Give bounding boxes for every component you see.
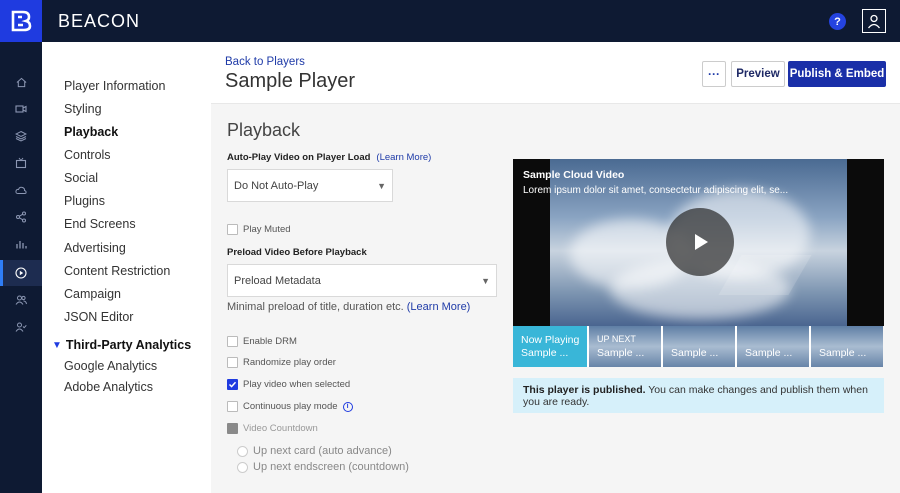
preload-learn-more-link[interactable]: (Learn More)	[407, 301, 471, 313]
play-when-selected-label: Play video when selected	[243, 379, 351, 390]
playlist-item-title: Sample ...	[521, 347, 569, 359]
beacon-logo-icon[interactable]	[0, 0, 42, 42]
playlist-item[interactable]: Sample ...	[661, 326, 735, 367]
video-description: Lorem ipsum dolor sit amet, consectetur …	[523, 185, 789, 196]
nav-playback[interactable]: Playback	[64, 125, 118, 139]
randomize-option[interactable]: Randomize play order	[227, 357, 336, 368]
user-account-icon[interactable]	[862, 9, 886, 33]
playlist-item-title: Sample ...	[819, 347, 867, 359]
preview-button[interactable]: Preview	[731, 61, 785, 87]
playlist-item-status: Now Playing	[521, 334, 580, 346]
cloud-icon[interactable]	[0, 177, 42, 203]
home-icon[interactable]	[0, 69, 42, 95]
autoplay-label: Auto-Play Video on Player Load (Learn Mor…	[227, 152, 431, 163]
nav-json-editor[interactable]: JSON Editor	[64, 310, 133, 324]
top-bar: BEACON ?	[0, 0, 900, 42]
playlist-strip: Now Playing Sample ... UP NEXT Sample ..…	[513, 326, 884, 367]
autoplay-select[interactable]: Do Not Auto-Play ▼	[227, 169, 393, 202]
dropdown-arrow-icon: ▼	[377, 180, 386, 191]
nav-plugins[interactable]: Plugins	[64, 194, 105, 208]
preload-label: Preload Video Before Playback	[227, 247, 367, 258]
section-title: Playback	[227, 120, 301, 140]
continuous-play-option[interactable]: Continuous play mode i	[227, 401, 353, 412]
nav-campaign[interactable]: Campaign	[64, 287, 121, 301]
nav-social[interactable]: Social	[64, 171, 98, 185]
nav-end-screens[interactable]: End Screens	[64, 217, 136, 231]
dropdown-arrow-icon: ▼	[481, 275, 490, 286]
video-countdown-option: Video Countdown	[227, 423, 318, 434]
enable-drm-label: Enable DRM	[243, 336, 297, 347]
page-title: Sample Player	[225, 70, 356, 92]
tv-icon[interactable]	[0, 150, 42, 176]
video-title: Sample Cloud Video	[523, 169, 625, 181]
back-to-players-link[interactable]: Back to Players	[225, 56, 305, 68]
share-icon[interactable]	[0, 204, 42, 230]
help-icon[interactable]: ?	[829, 13, 846, 30]
up-next-endscreen-radio	[237, 461, 248, 473]
preload-select-value: Preload Metadata	[234, 274, 321, 287]
users-icon[interactable]	[0, 287, 42, 313]
nav-controls[interactable]: Controls	[64, 148, 111, 162]
preload-helptext: Minimal preload of title, duration etc. …	[227, 301, 470, 313]
playlist-item-status: UP NEXT	[597, 334, 636, 344]
up-next-card-radio	[237, 445, 248, 457]
playlist-item-title: Sample ...	[671, 347, 719, 359]
continuous-play-checkbox[interactable]	[227, 401, 238, 412]
more-options-button[interactable]: ···	[702, 61, 726, 87]
user-check-icon[interactable]	[0, 314, 42, 340]
autoplay-label-text: Auto-Play Video on Player Load	[227, 152, 371, 163]
enable-drm-checkbox[interactable]	[227, 336, 238, 347]
play-muted-option[interactable]: Play Muted	[227, 224, 291, 235]
up-next-card-label: Up next card (auto advance)	[253, 445, 392, 457]
nav-adobe-analytics[interactable]: Adobe Analytics	[64, 380, 153, 394]
nav-google-analytics[interactable]: Google Analytics	[64, 359, 157, 373]
playlist-item[interactable]: Sample ...	[735, 326, 809, 367]
randomize-checkbox[interactable]	[227, 357, 238, 368]
player-settings-nav: Player Information Styling Playback Cont…	[42, 42, 211, 493]
play-when-selected-checkbox[interactable]	[227, 379, 238, 390]
preload-help-text: Minimal preload of title, duration etc.	[227, 301, 404, 313]
up-next-card-option: Up next card (auto advance)	[237, 445, 392, 457]
nav-advertising[interactable]: Advertising	[64, 241, 126, 255]
up-next-endscreen-option: Up next endscreen (countdown)	[237, 461, 409, 473]
icon-rail	[0, 42, 42, 493]
publish-status-notice: This player is published. You can make c…	[513, 378, 884, 413]
nav-player-information[interactable]: Player Information	[64, 79, 165, 93]
publish-embed-button[interactable]: Publish & Embed	[788, 61, 886, 87]
player-preview[interactable]: Sample Cloud Video Lorem ipsum dolor sit…	[513, 159, 884, 326]
autoplay-select-value: Do Not Auto-Play	[234, 179, 319, 192]
brand-name: BEACON	[58, 11, 141, 31]
play-icon[interactable]	[666, 208, 734, 276]
play-when-selected-option[interactable]: Play video when selected	[227, 379, 350, 390]
nav-content-restriction[interactable]: Content Restriction	[64, 264, 170, 278]
video-icon[interactable]	[0, 96, 42, 122]
playlist-item[interactable]: Sample ...	[809, 326, 883, 367]
nav-styling[interactable]: Styling	[64, 102, 102, 116]
playlist-item-up-next[interactable]: UP NEXT Sample ...	[587, 326, 661, 367]
info-icon[interactable]: i	[342, 401, 353, 412]
nav-section-label: Third-Party Analytics	[65, 338, 192, 352]
up-next-endscreen-label: Up next endscreen (countdown)	[253, 461, 409, 473]
autoplay-learn-more-link[interactable]: (Learn More)	[376, 152, 431, 163]
layers-icon[interactable]	[0, 123, 42, 149]
video-countdown-label: Video Countdown	[243, 423, 318, 434]
playlist-item-title: Sample ...	[745, 347, 793, 359]
playlist-item-now-playing[interactable]: Now Playing Sample ...	[513, 326, 587, 367]
page-header: Back to Players Sample Player ··· Previe…	[211, 42, 900, 104]
chevron-down-icon: ▼	[52, 339, 62, 351]
nav-section-third-party-analytics[interactable]: ▼ Third-Party Analytics	[52, 338, 191, 352]
enable-drm-option[interactable]: Enable DRM	[227, 336, 297, 347]
playlist-item-title: Sample ...	[597, 347, 645, 359]
preload-select[interactable]: Preload Metadata ▼	[227, 264, 497, 297]
play-muted-checkbox[interactable]	[227, 224, 238, 235]
continuous-play-label: Continuous play mode	[243, 401, 338, 412]
video-countdown-checkbox	[227, 423, 238, 434]
analytics-icon[interactable]	[0, 231, 42, 257]
randomize-label: Randomize play order	[243, 357, 336, 368]
notice-bold-text: This player is published.	[523, 384, 646, 396]
player-icon[interactable]	[0, 260, 42, 286]
play-muted-label: Play Muted	[243, 224, 291, 235]
